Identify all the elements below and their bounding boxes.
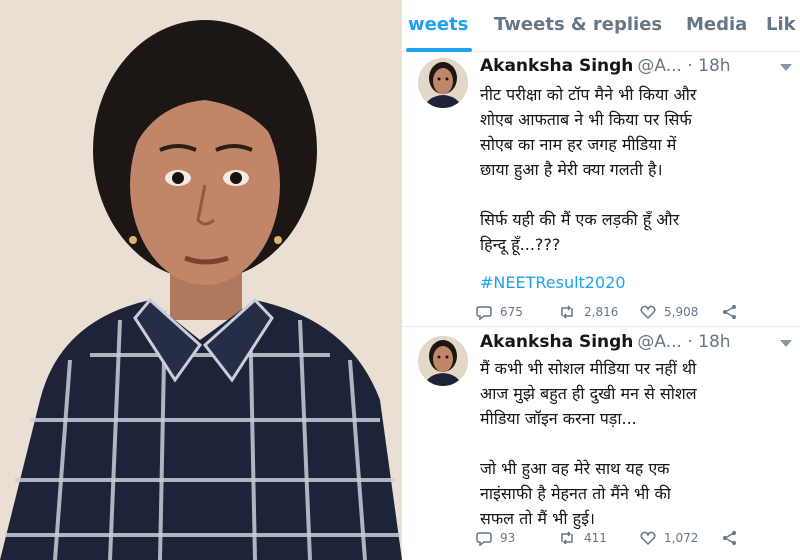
tweet-actions: 93 411 1,072 xyxy=(476,530,786,550)
tab-tweets[interactable]: weets xyxy=(408,14,468,35)
tweet-divider xyxy=(402,326,800,327)
display-name[interactable]: Akanksha Singh xyxy=(480,332,633,352)
tab-likes[interactable]: Lik xyxy=(766,14,796,35)
reply-count: 675 xyxy=(500,305,523,319)
like-icon xyxy=(640,305,656,320)
tab-media[interactable]: Media xyxy=(686,14,747,35)
avatar[interactable] xyxy=(418,336,468,386)
tweet-timestamp[interactable]: · 18h xyxy=(687,332,730,352)
tweet-card[interactable]: Akanksha Singh @A... · 18h मैं कभी भी सोश… xyxy=(402,330,800,560)
share-icon xyxy=(723,531,736,545)
person-portrait-image xyxy=(0,0,402,560)
reply-icon xyxy=(476,306,492,320)
user-handle[interactable]: @A... xyxy=(637,56,682,76)
like-count: 1,072 xyxy=(664,531,699,545)
tab-tweets-and-replies[interactable]: Tweets & replies xyxy=(494,14,662,35)
user-handle[interactable]: @A... xyxy=(637,332,682,352)
tweet-feed: weets Tweets & replies Media Lik Akanksh… xyxy=(402,0,800,560)
reply-icon xyxy=(476,532,492,546)
retweet-icon xyxy=(561,305,573,319)
tweet-header: Akanksha Singh @A... · 18h xyxy=(480,56,731,76)
avatar-image xyxy=(418,336,468,386)
tweet-header: Akanksha Singh @A... · 18h xyxy=(480,332,731,352)
like-button[interactable]: 5,908 xyxy=(640,304,698,320)
tweet-text: नीट परीक्षा को टॉप मैने भी किया और शोएब … xyxy=(480,85,697,254)
hashtag-link[interactable]: #NEETResult2020 xyxy=(480,270,790,295)
caret-down-icon[interactable] xyxy=(780,340,792,347)
reply-count: 93 xyxy=(500,531,516,545)
reply-button[interactable]: 675 xyxy=(476,304,523,320)
profile-photo xyxy=(0,0,402,560)
reply-button[interactable]: 93 xyxy=(476,530,515,546)
tweet-text: मैं कभी भी सोशल मीडिया पर नहीं थी आज मुझ… xyxy=(480,359,697,528)
retweet-button[interactable]: 411 xyxy=(558,530,607,546)
tweet-card[interactable]: Akanksha Singh @A... · 18h नीट परीक्षा को… xyxy=(402,52,800,332)
share-icon xyxy=(723,305,736,319)
tweet-timestamp[interactable]: · 18h xyxy=(687,56,730,76)
caret-down-icon[interactable] xyxy=(780,64,792,71)
retweet-count: 2,816 xyxy=(584,305,619,319)
like-button[interactable]: 1,072 xyxy=(640,530,698,546)
share-button[interactable] xyxy=(722,530,746,546)
retweet-count: 411 xyxy=(584,531,607,545)
avatar-image xyxy=(418,58,468,108)
display-name[interactable]: Akanksha Singh xyxy=(480,56,633,76)
like-count: 5,908 xyxy=(664,305,699,319)
avatar[interactable] xyxy=(418,58,468,108)
share-button[interactable] xyxy=(722,304,746,320)
tweet-actions: 675 2,816 5,908 xyxy=(476,304,786,324)
retweet-icon xyxy=(561,531,573,545)
like-icon xyxy=(640,531,656,546)
profile-tabs: weets Tweets & replies Media Lik xyxy=(402,0,800,52)
retweet-button[interactable]: 2,816 xyxy=(558,304,618,320)
